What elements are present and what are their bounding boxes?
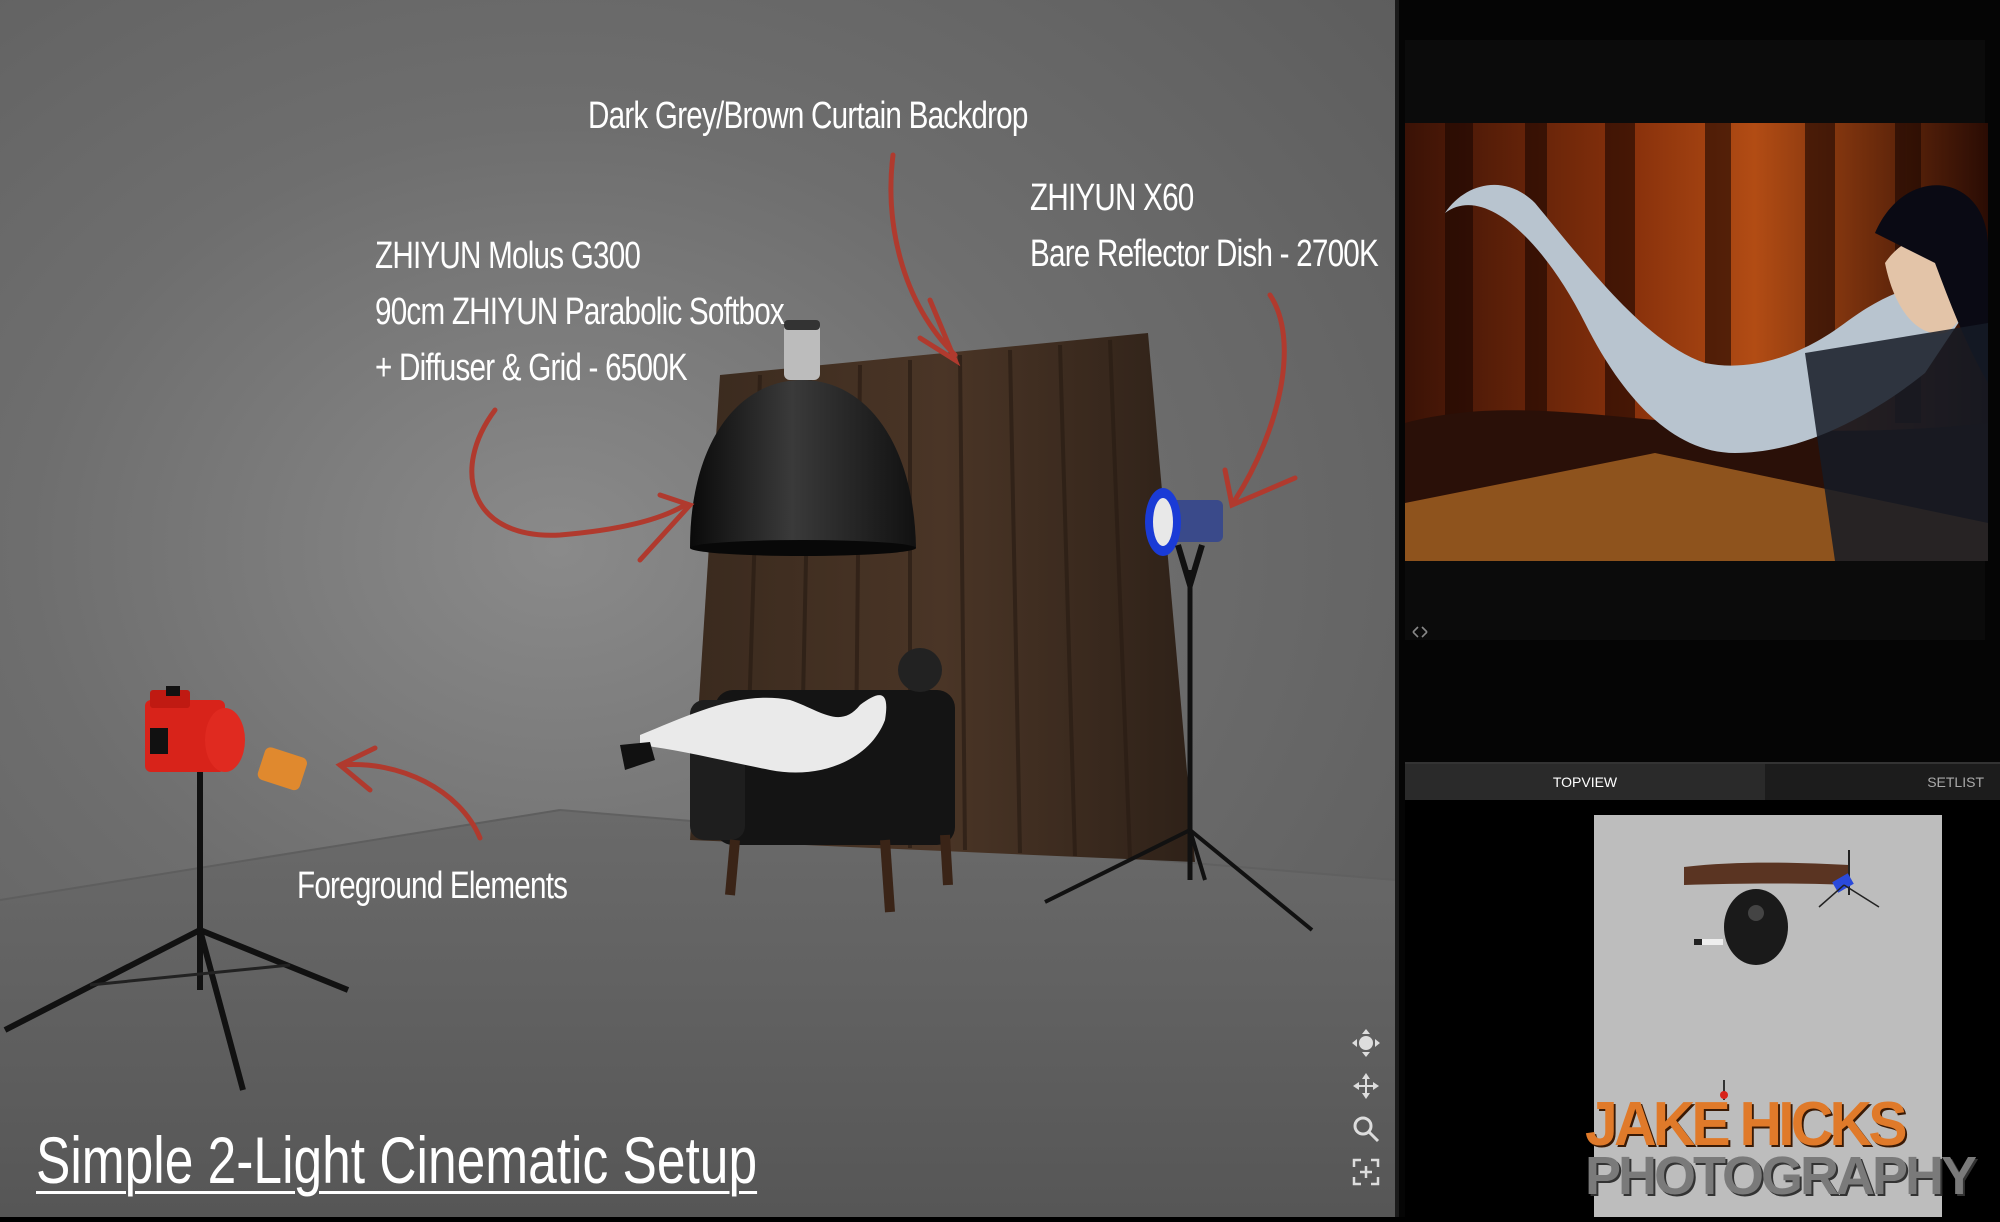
watermark-line-1: JAKE HICKS bbox=[1585, 1090, 1908, 1159]
watermark-logo: JAKE HICKS PHOTOGRAPHY bbox=[1585, 1090, 1985, 1204]
render-preview bbox=[1405, 123, 1988, 561]
frame-icon[interactable] bbox=[1348, 1154, 1384, 1190]
topview-softbox bbox=[1724, 889, 1788, 965]
parabolic-softbox bbox=[690, 320, 916, 556]
orbit-icon[interactable] bbox=[1348, 1025, 1384, 1061]
collapse-icon[interactable] bbox=[1412, 625, 1428, 643]
tab-topview[interactable]: TOPVIEW bbox=[1405, 764, 1765, 800]
viewport-toolbar bbox=[1348, 1025, 1384, 1197]
zoom-icon[interactable] bbox=[1348, 1111, 1384, 1147]
scene-title: Simple 2-Light Cinematic Setup bbox=[36, 1123, 758, 1197]
rim-light-label-line-1: ZHIYUN X60 bbox=[1030, 177, 1194, 219]
tab-setlist[interactable]: SETLIST bbox=[1765, 764, 2000, 800]
3d-viewport[interactable]: Dark Grey/Brown Curtain Backdrop ZHIYUN … bbox=[0, 0, 1395, 1217]
backdrop-label: Dark Grey/Brown Curtain Backdrop bbox=[588, 95, 1028, 137]
key-light-label-line-2: 90cm ZHIYUN Parabolic Softbox bbox=[375, 291, 785, 333]
foreground-label: Foreground Elements bbox=[297, 865, 568, 907]
panel-tabs: TOPVIEW SETLIST bbox=[1405, 762, 2000, 800]
key-light-label-line-1: ZHIYUN Molus G300 bbox=[375, 235, 641, 277]
panel-divider[interactable] bbox=[1395, 0, 1399, 1217]
rim-light-label-line-2: Bare Reflector Dish - 2700K bbox=[1030, 233, 1379, 275]
pan-icon[interactable] bbox=[1348, 1068, 1384, 1104]
key-light-label-line-3: + Diffuser & Grid - 6500K bbox=[375, 347, 688, 389]
